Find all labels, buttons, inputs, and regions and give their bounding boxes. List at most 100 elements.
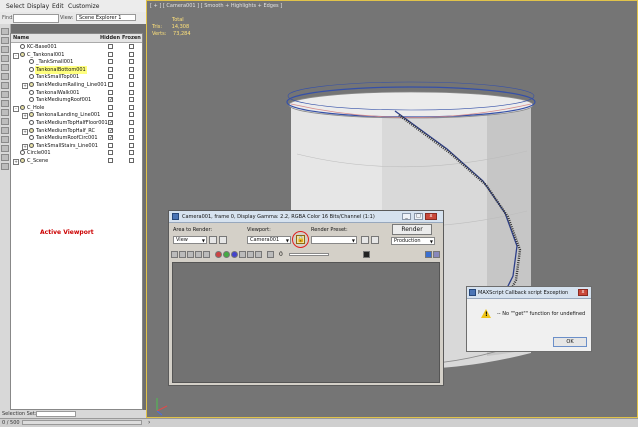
frame-slider[interactable] [289,253,329,256]
frozen-checkbox[interactable] [129,51,134,57]
object-icon [29,135,34,141]
find-input[interactable] [13,14,59,23]
hidden-checkbox[interactable] [108,74,113,80]
production-select[interactable]: Production ▼ [391,237,435,245]
hidden-checkbox[interactable] [108,44,113,49]
color-swatch-icon[interactable] [363,251,370,258]
minimize-button[interactable]: _ [402,213,411,220]
invert-icon[interactable] [1,46,9,53]
environment-icon[interactable] [371,236,379,244]
column-name[interactable]: Name [13,35,29,41]
dialog-titlebar[interactable]: MAXScript Callback script Exception x [467,287,591,299]
spacewarps-filter-icon[interactable] [1,100,9,107]
menu-edit[interactable]: Edit [52,3,64,10]
frozen-checkbox[interactable] [129,112,134,118]
display-toggle-icon[interactable] [433,251,440,258]
frozen-checkbox[interactable] [129,66,134,72]
selection-set-input[interactable] [36,411,76,417]
auto-region-icon[interactable] [219,236,227,244]
close-button[interactable]: x [425,213,437,220]
area-to-render-select[interactable]: View ▼ [173,236,207,244]
alpha-channel-icon[interactable] [239,251,246,258]
display-all-icon[interactable] [1,37,9,44]
expand-icon[interactable]: + [13,159,19,165]
render-window-titlebar[interactable]: Camera001, frame 0, Display Gamma: 2.2, … [169,211,443,223]
hidden-checkbox[interactable] [108,150,113,156]
monochrome-icon[interactable] [247,251,254,258]
expand-panel-icon[interactable] [425,251,432,258]
frozen-checkbox[interactable] [129,158,134,163]
maximize-button[interactable]: □ [414,213,423,220]
object-icon [20,158,25,163]
frozen-checkbox[interactable] [129,74,134,80]
frozen-checkbox[interactable] [129,44,134,49]
frozen-checkbox[interactable] [129,82,134,87]
render-preset-select[interactable]: ▼ [311,236,357,244]
display-none-icon[interactable] [1,28,9,35]
render-button[interactable]: Render [392,224,432,235]
explorer-view-select[interactable]: Scene Explorer 1 [76,14,136,21]
menu-customize[interactable]: Customize [68,3,100,10]
hidden-checkbox[interactable] [108,66,113,72]
edit-region-icon[interactable] [209,236,217,244]
cameras-filter-icon[interactable] [1,82,9,89]
render-canvas[interactable] [172,262,440,383]
render-setup-icon[interactable] [361,236,369,244]
save-image-icon[interactable] [171,251,178,258]
green-channel-icon[interactable] [223,251,230,258]
column-frozen[interactable]: Frozen [122,35,141,41]
ok-button[interactable]: OK [553,337,587,347]
frozen-checkbox[interactable] [129,135,134,141]
sync-selection-icon[interactable] [1,163,9,170]
hidden-filter-icon[interactable] [1,154,9,161]
hidden-checkbox[interactable] [108,89,113,95]
frozen-checkbox[interactable] [129,59,134,65]
frozen-filter-icon[interactable] [1,145,9,152]
frozen-checkbox[interactable] [129,127,134,133]
frozen-checkbox[interactable] [129,150,134,156]
hidden-checkbox[interactable] [108,112,113,118]
hidden-checkbox[interactable]: ✓ [108,127,113,133]
groups-filter-icon[interactable] [1,109,9,116]
clear-icon[interactable] [203,251,210,258]
menu-select[interactable]: Select [6,3,25,10]
hidden-checkbox[interactable]: ✓ [108,120,113,126]
geometry-filter-icon[interactable] [1,55,9,62]
hidden-checkbox[interactable]: ✓ [108,135,113,141]
viewport-select[interactable]: Camera001 ▼ [247,236,291,244]
pick-color-icon[interactable] [343,251,350,258]
print-icon[interactable] [195,251,202,258]
hidden-checkbox[interactable] [108,158,113,163]
containers-filter-icon[interactable] [1,136,9,143]
hidden-checkbox[interactable] [108,59,113,65]
viewport-label[interactable]: [ + ] [ Camera001 ] [ Smooth + Highlight… [150,3,282,9]
hidden-checkbox[interactable]: ✓ [108,97,113,103]
red-channel-icon[interactable] [215,251,222,258]
helpers-filter-icon[interactable] [1,91,9,98]
copy-image-icon[interactable] [179,251,186,258]
hidden-checkbox[interactable] [108,104,113,110]
explorer-row[interactable]: + C_Scene [11,157,142,165]
frozen-checkbox[interactable] [129,142,134,148]
clone-window-icon[interactable] [187,251,194,258]
blue-channel-icon[interactable] [231,251,238,258]
bones-filter-icon[interactable] [1,127,9,134]
frozen-checkbox[interactable] [129,97,134,103]
stats-tris-label: Tris: [152,24,163,30]
lights-filter-icon[interactable] [1,73,9,80]
xrefs-filter-icon[interactable] [1,118,9,125]
frozen-checkbox[interactable] [129,120,134,125]
frozen-checkbox[interactable] [129,104,134,110]
frozen-checkbox[interactable] [129,89,134,95]
column-hidden[interactable]: Hidden [100,35,120,41]
time-slider[interactable] [22,420,142,425]
channel-display-icon[interactable] [255,251,262,258]
frame-nav-icon[interactable] [267,251,274,258]
hidden-checkbox[interactable] [108,82,113,87]
shapes-filter-icon[interactable] [1,64,9,71]
hidden-checkbox[interactable] [108,51,113,57]
hidden-checkbox[interactable] [108,142,113,148]
time-slider-arrow-icon[interactable]: › [148,420,150,426]
menu-display[interactable]: Display [27,3,49,10]
dialog-close-button[interactable]: x [578,289,588,296]
